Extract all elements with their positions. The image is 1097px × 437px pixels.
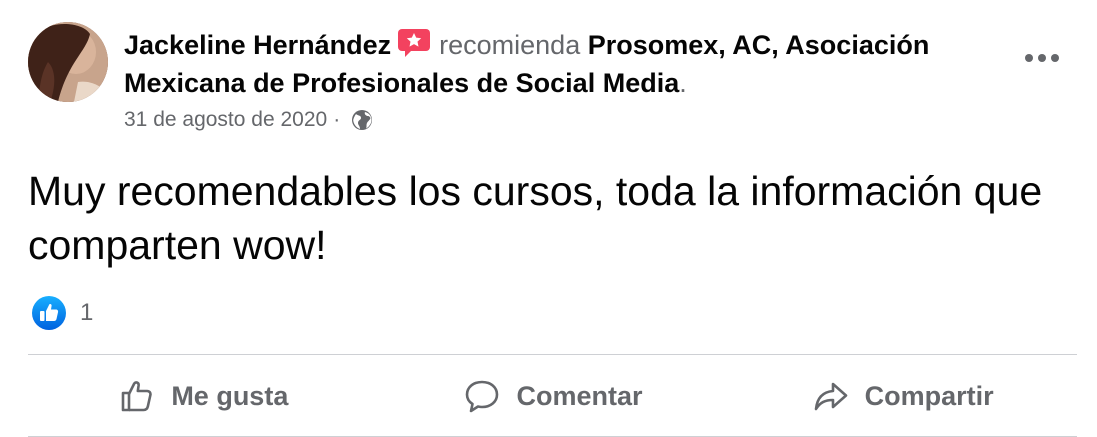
- reaction-count: 1: [80, 299, 94, 326]
- avatar-image: [28, 22, 108, 102]
- reaction-summary[interactable]: 1: [32, 296, 93, 330]
- like-label: Me gusta: [171, 380, 289, 411]
- thumbs-up-icon: [122, 381, 153, 412]
- more-dots-icon: [1025, 54, 1059, 62]
- post-meta: 31 de agosto de 2020 ·: [124, 106, 374, 134]
- share-button[interactable]: Compartir: [727, 358, 1077, 434]
- comment-icon: [466, 380, 499, 413]
- recommendation-star-icon: [398, 29, 431, 57]
- recommendation-post: Jackeline Hernández recomienda Prosomex,…: [0, 0, 1097, 437]
- post-date[interactable]: 31 de agosto de 2020: [124, 106, 327, 134]
- share-arrow-icon: [814, 382, 847, 411]
- avatar[interactable]: [28, 22, 108, 102]
- more-options-button[interactable]: [1020, 40, 1064, 76]
- comment-button[interactable]: Comentar: [378, 358, 728, 434]
- like-button[interactable]: Me gusta: [28, 358, 378, 434]
- globe-icon[interactable]: [350, 108, 374, 132]
- post-body: Muy recomendables los cursos, toda la in…: [28, 168, 1043, 268]
- post-header: Jackeline Hernández recomienda Prosomex,…: [124, 26, 1004, 102]
- author-name[interactable]: Jackeline Hernández: [124, 30, 391, 60]
- recommend-verb: recomienda: [439, 30, 581, 60]
- header-period: .: [679, 68, 687, 98]
- divider: [28, 354, 1077, 355]
- comment-label: Comentar: [516, 380, 643, 411]
- share-label: Compartir: [864, 380, 994, 411]
- meta-separator: ·: [333, 108, 341, 131]
- like-reaction-icon: [32, 296, 66, 330]
- action-bar: Me gusta Comentar Compartir: [28, 358, 1077, 434]
